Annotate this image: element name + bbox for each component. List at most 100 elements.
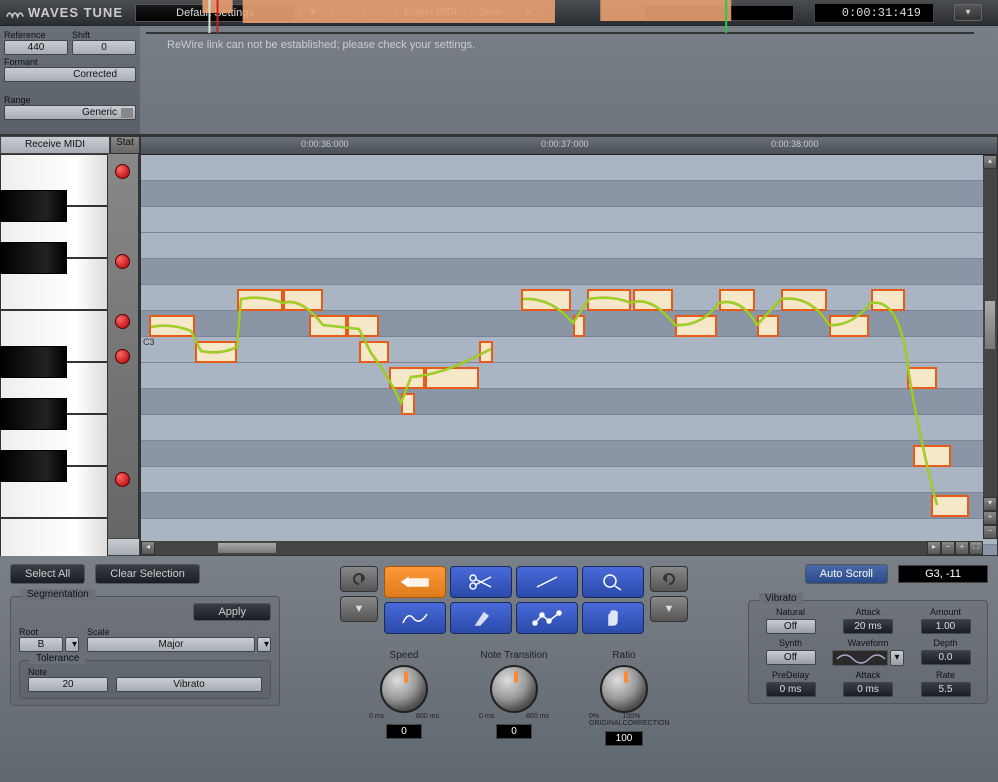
scroll-down-button[interactable]: ▾ bbox=[983, 497, 997, 511]
tool-curve[interactable] bbox=[384, 602, 446, 634]
note-block[interactable] bbox=[479, 341, 493, 363]
note-block[interactable] bbox=[389, 367, 425, 389]
note-block[interactable] bbox=[195, 341, 237, 363]
dropdown-left-button[interactable]: ▼ bbox=[340, 596, 378, 622]
zoom-in-v-button[interactable]: + bbox=[983, 511, 997, 525]
editor-scroll-horizontal[interactable]: ◂ ▸ − + ⛶ bbox=[141, 541, 983, 555]
note-block[interactable] bbox=[781, 289, 827, 311]
tool-grid bbox=[384, 566, 644, 634]
note-block[interactable] bbox=[573, 315, 585, 337]
transition-value[interactable]: 0 bbox=[496, 724, 532, 739]
tolerance-title: Tolerance bbox=[30, 653, 85, 664]
speed-knob[interactable] bbox=[380, 665, 428, 713]
redo-button[interactable] bbox=[650, 566, 688, 592]
scroll-right-button[interactable]: ▸ bbox=[927, 541, 941, 555]
root-select[interactable]: B bbox=[19, 637, 63, 652]
formant-select[interactable]: Corrected bbox=[4, 67, 136, 82]
main-edit-area: Receive MIDI Stat bbox=[0, 136, 998, 556]
note-block[interactable] bbox=[719, 289, 755, 311]
chevron-down-icon bbox=[121, 108, 133, 118]
tool-navigate[interactable] bbox=[384, 566, 446, 598]
dropdown-right-button[interactable]: ▼ bbox=[650, 596, 688, 622]
overview-waveform[interactable]: ReWire link can not be established; plea… bbox=[146, 32, 974, 34]
pitch-editor[interactable]: 0:00:36:000 0:00:37:000 0:00:38:000 C3 bbox=[140, 136, 998, 556]
pitch-grid[interactable]: C3 bbox=[141, 155, 997, 555]
note-block[interactable] bbox=[907, 367, 937, 389]
vibrato-attack1-input[interactable]: 20 ms bbox=[843, 619, 893, 634]
reference-input[interactable]: 440 bbox=[4, 40, 68, 55]
vibrato-tolerance-button[interactable]: Vibrato bbox=[116, 677, 262, 692]
vibrato-depth-input[interactable]: 0.0 bbox=[921, 650, 971, 665]
reference-label: Reference bbox=[4, 30, 68, 40]
tolerance-note-input[interactable]: 20 bbox=[28, 677, 108, 692]
scale-select[interactable]: Major bbox=[87, 637, 255, 652]
note-block[interactable] bbox=[309, 315, 347, 337]
note-block[interactable] bbox=[633, 289, 673, 311]
note-disable-button[interactable] bbox=[115, 164, 130, 179]
auto-scroll-button[interactable]: Auto Scroll bbox=[805, 564, 888, 584]
note-block[interactable] bbox=[283, 289, 323, 311]
zoom-in-h-button[interactable]: + bbox=[955, 541, 969, 555]
vibrato-natural-toggle[interactable]: Off bbox=[766, 619, 816, 634]
note-block[interactable] bbox=[757, 315, 779, 337]
note-disable-button[interactable] bbox=[115, 349, 130, 364]
note-disable-button[interactable] bbox=[115, 254, 130, 269]
select-all-button[interactable]: Select All bbox=[10, 564, 85, 584]
scale-dropdown-button[interactable]: ▾ bbox=[257, 637, 271, 652]
receive-midi-button[interactable]: Receive MIDI bbox=[0, 136, 110, 154]
note-block[interactable] bbox=[931, 495, 969, 517]
vibrato-attack2-input[interactable]: 0 ms bbox=[843, 682, 893, 697]
shift-input[interactable]: 0 bbox=[72, 40, 136, 55]
tool-line[interactable] bbox=[516, 566, 578, 598]
note-disable-button[interactable] bbox=[115, 314, 130, 329]
waveform-dropdown-button[interactable]: ▾ bbox=[890, 650, 904, 666]
note-block[interactable] bbox=[829, 315, 869, 337]
ratio-value[interactable]: 100 bbox=[605, 731, 644, 746]
zoom-fit-button[interactable]: ⛶ bbox=[969, 541, 983, 555]
note-block[interactable] bbox=[149, 315, 195, 337]
note-block[interactable] bbox=[401, 393, 415, 415]
vibrato-waveform-select[interactable] bbox=[832, 650, 888, 666]
timeline-ruler[interactable]: 0:00:36:000 0:00:37:000 0:00:38:000 bbox=[141, 137, 997, 155]
note-block[interactable] bbox=[587, 289, 631, 311]
note-block[interactable] bbox=[675, 315, 717, 337]
note-block[interactable] bbox=[913, 445, 951, 467]
scroll-left-button[interactable]: ◂ bbox=[141, 541, 155, 555]
segmentation-panel: Segmentation Apply Root B ▾ Scale Major … bbox=[10, 596, 280, 770]
vibrato-amount-input[interactable]: 1.00 bbox=[921, 619, 971, 634]
root-dropdown-button[interactable]: ▾ bbox=[65, 637, 79, 652]
note-block[interactable] bbox=[521, 289, 571, 311]
tool-segment[interactable] bbox=[516, 602, 578, 634]
note-disable-button[interactable] bbox=[115, 472, 130, 487]
zoom-out-v-button[interactable]: − bbox=[983, 525, 997, 539]
range-select[interactable]: Generic bbox=[4, 105, 136, 120]
waveform-icon bbox=[147, 0, 973, 33]
vibrato-rate-input[interactable]: 5.5 bbox=[921, 682, 971, 697]
tool-hand[interactable] bbox=[582, 602, 644, 634]
note-block[interactable] bbox=[359, 341, 389, 363]
speed-value[interactable]: 0 bbox=[386, 724, 422, 739]
vibrato-synth-toggle[interactable]: Off bbox=[766, 650, 816, 665]
tool-zoom[interactable] bbox=[582, 566, 644, 598]
note-block[interactable] bbox=[237, 289, 283, 311]
note-block[interactable] bbox=[871, 289, 905, 311]
editor-scroll-vertical[interactable]: ▴ ▾ + − bbox=[983, 155, 997, 539]
tool-glue[interactable] bbox=[450, 602, 512, 634]
tolerance-note-label: Note bbox=[28, 667, 108, 677]
rewire-warning: ReWire link can not be established; plea… bbox=[167, 39, 475, 51]
piano-keyboard[interactable] bbox=[0, 154, 108, 538]
tools-panel: ▼ ▼ Speed 0 ms800 ms 0 bbox=[290, 562, 738, 770]
vibrato-predelay-input[interactable]: 0 ms bbox=[766, 682, 816, 697]
scroll-up-button[interactable]: ▴ bbox=[983, 155, 997, 169]
note-block[interactable] bbox=[425, 367, 479, 389]
stat-button[interactable]: Stat bbox=[110, 136, 140, 154]
transition-label: Note Transition bbox=[480, 650, 547, 661]
note-block[interactable] bbox=[347, 315, 379, 337]
undo-button[interactable] bbox=[340, 566, 378, 592]
tool-cut[interactable] bbox=[450, 566, 512, 598]
ratio-knob[interactable] bbox=[600, 665, 648, 713]
zoom-out-h-button[interactable]: − bbox=[941, 541, 955, 555]
apply-button[interactable]: Apply bbox=[193, 603, 271, 621]
transition-knob[interactable] bbox=[490, 665, 538, 713]
clear-selection-button[interactable]: Clear Selection bbox=[95, 564, 200, 584]
